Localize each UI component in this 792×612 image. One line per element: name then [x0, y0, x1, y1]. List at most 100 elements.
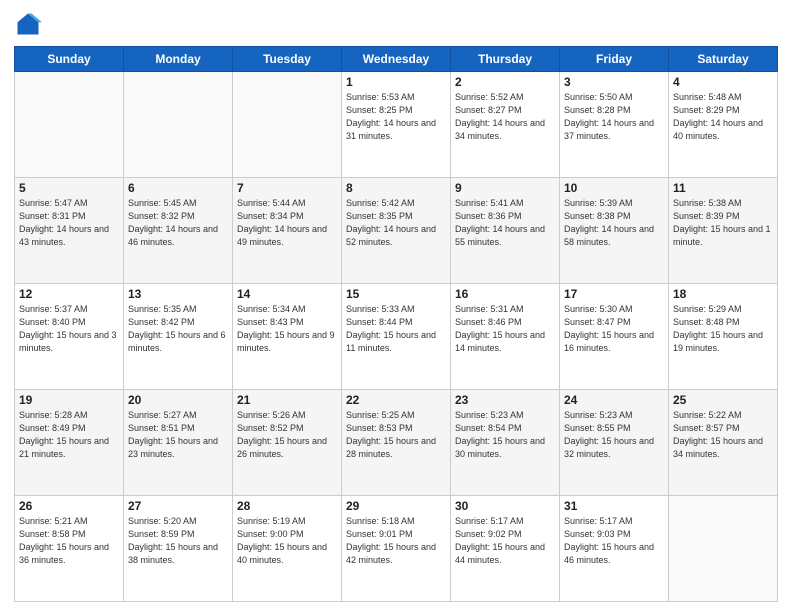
calendar-cell: 21 Sunrise: 5:26 AM Sunset: 8:52 PM Dayli…	[233, 390, 342, 496]
day-info: Sunrise: 5:21 AM Sunset: 8:58 PM Dayligh…	[19, 515, 119, 567]
weekday-header: Thursday	[451, 47, 560, 72]
calendar-cell: 25 Sunrise: 5:22 AM Sunset: 8:57 PM Dayli…	[669, 390, 778, 496]
calendar-cell: 7 Sunrise: 5:44 AM Sunset: 8:34 PM Daylig…	[233, 178, 342, 284]
calendar-cell	[124, 72, 233, 178]
calendar-table: SundayMondayTuesdayWednesdayThursdayFrid…	[14, 46, 778, 602]
day-info: Sunrise: 5:30 AM Sunset: 8:47 PM Dayligh…	[564, 303, 664, 355]
day-info: Sunrise: 5:17 AM Sunset: 9:02 PM Dayligh…	[455, 515, 555, 567]
day-number: 18	[673, 287, 773, 301]
day-number: 10	[564, 181, 664, 195]
calendar-cell: 15 Sunrise: 5:33 AM Sunset: 8:44 PM Dayli…	[342, 284, 451, 390]
calendar-cell: 1 Sunrise: 5:53 AM Sunset: 8:25 PM Daylig…	[342, 72, 451, 178]
day-number: 5	[19, 181, 119, 195]
day-number: 30	[455, 499, 555, 513]
day-number: 22	[346, 393, 446, 407]
day-number: 21	[237, 393, 337, 407]
calendar-cell: 2 Sunrise: 5:52 AM Sunset: 8:27 PM Daylig…	[451, 72, 560, 178]
day-info: Sunrise: 5:29 AM Sunset: 8:48 PM Dayligh…	[673, 303, 773, 355]
day-number: 23	[455, 393, 555, 407]
day-info: Sunrise: 5:17 AM Sunset: 9:03 PM Dayligh…	[564, 515, 664, 567]
calendar-cell: 16 Sunrise: 5:31 AM Sunset: 8:46 PM Dayli…	[451, 284, 560, 390]
calendar-cell: 22 Sunrise: 5:25 AM Sunset: 8:53 PM Dayli…	[342, 390, 451, 496]
day-info: Sunrise: 5:23 AM Sunset: 8:55 PM Dayligh…	[564, 409, 664, 461]
calendar-cell: 11 Sunrise: 5:38 AM Sunset: 8:39 PM Dayli…	[669, 178, 778, 284]
day-info: Sunrise: 5:37 AM Sunset: 8:40 PM Dayligh…	[19, 303, 119, 355]
weekday-header: Monday	[124, 47, 233, 72]
calendar-cell: 30 Sunrise: 5:17 AM Sunset: 9:02 PM Dayli…	[451, 496, 560, 602]
day-number: 7	[237, 181, 337, 195]
day-info: Sunrise: 5:33 AM Sunset: 8:44 PM Dayligh…	[346, 303, 446, 355]
day-info: Sunrise: 5:19 AM Sunset: 9:00 PM Dayligh…	[237, 515, 337, 567]
logo-icon	[14, 10, 42, 38]
calendar-week-row: 5 Sunrise: 5:47 AM Sunset: 8:31 PM Daylig…	[15, 178, 778, 284]
day-number: 17	[564, 287, 664, 301]
day-number: 13	[128, 287, 228, 301]
day-number: 29	[346, 499, 446, 513]
day-info: Sunrise: 5:38 AM Sunset: 8:39 PM Dayligh…	[673, 197, 773, 249]
day-info: Sunrise: 5:25 AM Sunset: 8:53 PM Dayligh…	[346, 409, 446, 461]
day-info: Sunrise: 5:45 AM Sunset: 8:32 PM Dayligh…	[128, 197, 228, 249]
day-info: Sunrise: 5:47 AM Sunset: 8:31 PM Dayligh…	[19, 197, 119, 249]
day-info: Sunrise: 5:53 AM Sunset: 8:25 PM Dayligh…	[346, 91, 446, 143]
weekday-header: Friday	[560, 47, 669, 72]
calendar-cell: 9Sunrise: 5:41 AM Sunset: 8:36 PM Daylig…	[451, 178, 560, 284]
weekday-header: Wednesday	[342, 47, 451, 72]
page: SundayMondayTuesdayWednesdayThursdayFrid…	[0, 0, 792, 612]
day-info: Sunrise: 5:20 AM Sunset: 8:59 PM Dayligh…	[128, 515, 228, 567]
calendar-cell: 17 Sunrise: 5:30 AM Sunset: 8:47 PM Dayli…	[560, 284, 669, 390]
day-number: 1	[346, 75, 446, 89]
day-number: 4	[673, 75, 773, 89]
day-info: Sunrise: 5:23 AM Sunset: 8:54 PM Dayligh…	[455, 409, 555, 461]
calendar-cell	[233, 72, 342, 178]
day-number: 19	[19, 393, 119, 407]
day-number: 2	[455, 75, 555, 89]
calendar-cell: 13 Sunrise: 5:35 AM Sunset: 8:42 PM Dayli…	[124, 284, 233, 390]
calendar-week-row: 12 Sunrise: 5:37 AM Sunset: 8:40 PM Dayli…	[15, 284, 778, 390]
calendar-cell: 29 Sunrise: 5:18 AM Sunset: 9:01 PM Dayli…	[342, 496, 451, 602]
header	[14, 10, 778, 38]
day-info: Sunrise: 5:44 AM Sunset: 8:34 PM Dayligh…	[237, 197, 337, 249]
day-number: 24	[564, 393, 664, 407]
day-number: 27	[128, 499, 228, 513]
day-number: 6	[128, 181, 228, 195]
day-info: Sunrise: 5:18 AM Sunset: 9:01 PM Dayligh…	[346, 515, 446, 567]
calendar-cell: 10 Sunrise: 5:39 AM Sunset: 8:38 PM Dayli…	[560, 178, 669, 284]
calendar-cell: 20Sunrise: 5:27 AM Sunset: 8:51 PM Dayli…	[124, 390, 233, 496]
day-number: 31	[564, 499, 664, 513]
calendar-cell: 26 Sunrise: 5:21 AM Sunset: 8:58 PM Dayli…	[15, 496, 124, 602]
calendar-cell: 5 Sunrise: 5:47 AM Sunset: 8:31 PM Daylig…	[15, 178, 124, 284]
calendar-cell: 6 Sunrise: 5:45 AM Sunset: 8:32 PM Daylig…	[124, 178, 233, 284]
day-info: Sunrise: 5:39 AM Sunset: 8:38 PM Dayligh…	[564, 197, 664, 249]
weekday-header: Saturday	[669, 47, 778, 72]
calendar-cell: 28Sunrise: 5:19 AM Sunset: 9:00 PM Dayli…	[233, 496, 342, 602]
day-info: Sunrise: 5:52 AM Sunset: 8:27 PM Dayligh…	[455, 91, 555, 143]
day-number: 9	[455, 181, 555, 195]
day-info: Sunrise: 5:50 AM Sunset: 8:28 PM Dayligh…	[564, 91, 664, 143]
calendar-cell: 31 Sunrise: 5:17 AM Sunset: 9:03 PM Dayli…	[560, 496, 669, 602]
weekday-header: Sunday	[15, 47, 124, 72]
calendar-header-row: SundayMondayTuesdayWednesdayThursdayFrid…	[15, 47, 778, 72]
day-info: Sunrise: 5:42 AM Sunset: 8:35 PM Dayligh…	[346, 197, 446, 249]
day-number: 16	[455, 287, 555, 301]
calendar-week-row: 26 Sunrise: 5:21 AM Sunset: 8:58 PM Dayli…	[15, 496, 778, 602]
day-number: 25	[673, 393, 773, 407]
day-info: Sunrise: 5:27 AM Sunset: 8:51 PM Dayligh…	[128, 409, 228, 461]
calendar-cell: 4 Sunrise: 5:48 AM Sunset: 8:29 PM Daylig…	[669, 72, 778, 178]
calendar-cell: 23 Sunrise: 5:23 AM Sunset: 8:54 PM Dayli…	[451, 390, 560, 496]
day-info: Sunrise: 5:26 AM Sunset: 8:52 PM Dayligh…	[237, 409, 337, 461]
day-number: 26	[19, 499, 119, 513]
calendar-week-row: 19Sunrise: 5:28 AM Sunset: 8:49 PM Dayli…	[15, 390, 778, 496]
calendar-week-row: 1 Sunrise: 5:53 AM Sunset: 8:25 PM Daylig…	[15, 72, 778, 178]
day-info: Sunrise: 5:22 AM Sunset: 8:57 PM Dayligh…	[673, 409, 773, 461]
day-info: Sunrise: 5:35 AM Sunset: 8:42 PM Dayligh…	[128, 303, 228, 355]
day-number: 14	[237, 287, 337, 301]
day-number: 11	[673, 181, 773, 195]
day-number: 15	[346, 287, 446, 301]
day-info: Sunrise: 5:48 AM Sunset: 8:29 PM Dayligh…	[673, 91, 773, 143]
day-number: 12	[19, 287, 119, 301]
day-info: Sunrise: 5:31 AM Sunset: 8:46 PM Dayligh…	[455, 303, 555, 355]
calendar-cell: 8 Sunrise: 5:42 AM Sunset: 8:35 PM Daylig…	[342, 178, 451, 284]
calendar-cell: 24 Sunrise: 5:23 AM Sunset: 8:55 PM Dayli…	[560, 390, 669, 496]
day-info: Sunrise: 5:34 AM Sunset: 8:43 PM Dayligh…	[237, 303, 337, 355]
day-number: 8	[346, 181, 446, 195]
